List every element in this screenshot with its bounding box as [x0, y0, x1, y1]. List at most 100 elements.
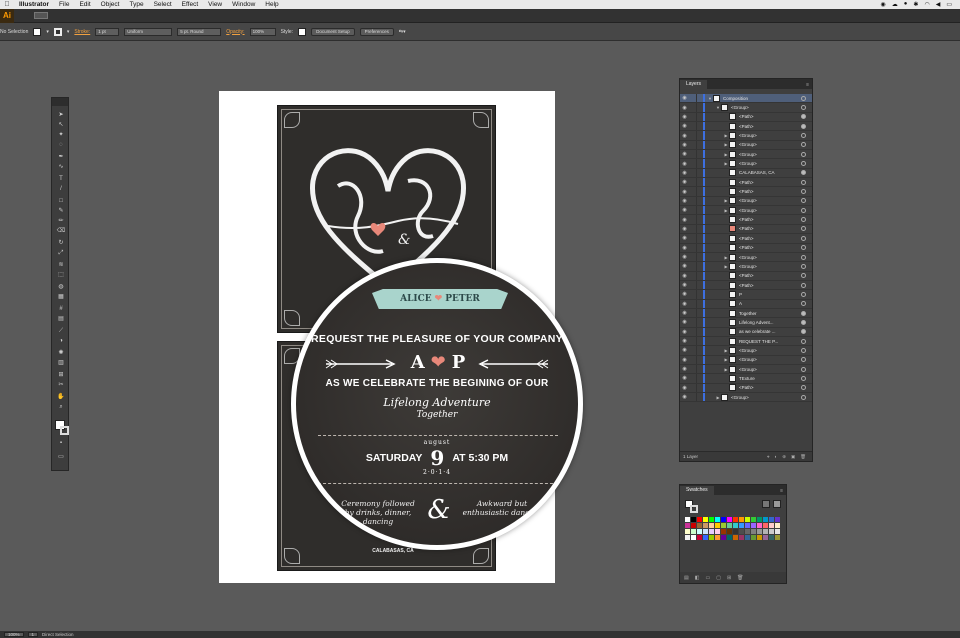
color-swatch[interactable] [769, 535, 774, 540]
magic-wand-icon[interactable]: ✦ [57, 132, 65, 138]
gradient-tool-icon[interactable]: ▤ [57, 316, 65, 322]
lock-toggle[interactable] [689, 103, 697, 112]
scale-tool-icon[interactable]: ⤢ [57, 250, 65, 256]
cloud-icon[interactable]: ☁ [892, 1, 898, 8]
color-swatch[interactable] [775, 529, 780, 534]
color-swatch[interactable] [721, 529, 726, 534]
visibility-eye-icon[interactable]: ◉ [680, 385, 689, 391]
target-circle-icon[interactable] [801, 291, 806, 297]
artboard-nav-field[interactable]: 1 [27, 632, 39, 637]
color-swatch[interactable] [703, 535, 708, 540]
pen-tool-icon[interactable]: ✒ [57, 154, 65, 160]
artboard-tool-icon[interactable]: ⊞ [57, 372, 65, 378]
timemachine-icon[interactable]: ◉ [881, 1, 886, 8]
selection-tool-icon[interactable]: ➤ [57, 112, 65, 118]
layer-row[interactable]: ◉ A [680, 299, 812, 309]
layer-name[interactable]: CALABASAS, CA [739, 170, 775, 175]
lock-toggle[interactable] [689, 252, 697, 262]
arrange-icon[interactable]: ⇆▾ [399, 29, 406, 35]
layer-row[interactable]: ◉ ▶ <Group> [680, 364, 812, 375]
visibility-eye-icon[interactable]: ◉ [680, 105, 689, 111]
lock-toggle[interactable] [689, 187, 697, 196]
color-swatch[interactable] [745, 523, 750, 528]
active-stroke-swatch[interactable] [690, 505, 698, 513]
layer-row[interactable]: ◉ <Path> [680, 215, 812, 225]
layer-name[interactable]: <Group> [739, 142, 757, 147]
layer-row[interactable]: ◉ <Path> [680, 271, 812, 281]
visibility-eye-icon[interactable]: ◉ [680, 366, 689, 372]
panel-grip[interactable] [52, 98, 68, 106]
color-swatch[interactable] [739, 523, 744, 528]
slice-tool-icon[interactable]: ✂ [57, 382, 65, 388]
color-swatch[interactable] [715, 517, 720, 522]
color-swatch[interactable] [745, 529, 750, 534]
lock-toggle[interactable] [689, 271, 697, 280]
layer-name[interactable]: REQUEST THE P... [739, 339, 778, 344]
color-swatch[interactable] [757, 535, 762, 540]
document-setup-button[interactable]: Document Setup [311, 27, 355, 36]
layer-row[interactable]: ◉ ▶ <Group> [680, 159, 812, 169]
direct-selection-tool-icon[interactable]: ↖ [57, 122, 65, 128]
color-swatch[interactable] [685, 517, 690, 522]
visibility-eye-icon[interactable]: ◉ [680, 114, 689, 120]
lock-toggle[interactable] [689, 355, 697, 364]
visibility-eye-icon[interactable]: ◉ [680, 226, 689, 232]
target-circle-icon[interactable] [801, 282, 806, 288]
new-swatch-icon[interactable]: ⊞ [727, 575, 731, 581]
target-circle-icon[interactable] [801, 301, 806, 307]
paintbrush-tool-icon[interactable]: ✎ [57, 208, 65, 214]
apple-icon[interactable]:  [0, 1, 14, 8]
color-swatch[interactable] [739, 517, 744, 522]
show-kinds-icon[interactable]: ◧ [695, 575, 700, 581]
color-swatch[interactable] [733, 529, 738, 534]
lock-toggle[interactable] [689, 131, 697, 140]
chevron-down-icon[interactable]: ▾ [67, 29, 70, 35]
color-swatch[interactable] [763, 529, 768, 534]
lock-toggle[interactable] [689, 234, 697, 243]
layer-name[interactable]: <Group> [739, 357, 757, 362]
target-circle-icon[interactable] [801, 235, 806, 241]
panel-menu-icon[interactable]: ≡ [777, 488, 786, 495]
visibility-eye-icon[interactable]: ◉ [680, 301, 689, 307]
stroke-label[interactable]: Stroke: [74, 29, 90, 35]
lock-toggle[interactable] [689, 318, 697, 327]
graph-tool-icon[interactable]: ▥ [57, 360, 65, 366]
menu-file[interactable]: File [54, 1, 74, 8]
target-circle-icon[interactable] [801, 310, 806, 316]
visibility-eye-icon[interactable]: ◉ [680, 310, 689, 316]
target-circle-icon[interactable] [801, 329, 806, 335]
visibility-eye-icon[interactable]: ◉ [680, 245, 689, 251]
visibility-eye-icon[interactable]: ◉ [680, 235, 689, 241]
color-swatch[interactable] [757, 517, 762, 522]
color-swatch[interactable] [703, 529, 708, 534]
color-swatch[interactable] [697, 535, 702, 540]
layer-row[interactable]: ◉ as we celebrate ... [680, 327, 812, 337]
color-swatch[interactable] [709, 523, 714, 528]
brush-dropdown[interactable]: 5 pt. Round [177, 27, 222, 36]
target-circle-icon[interactable] [801, 189, 806, 195]
layer-name[interactable]: <Path> [739, 273, 754, 278]
tab-layers[interactable]: Layers [680, 80, 708, 89]
lock-toggle[interactable] [689, 364, 697, 374]
lock-toggle[interactable] [689, 140, 697, 150]
lock-toggle[interactable] [689, 383, 697, 392]
lock-toggle[interactable] [689, 112, 697, 122]
color-swatch[interactable] [703, 517, 708, 522]
layer-row[interactable]: ◉ CALABASAS, CA [680, 168, 812, 179]
target-circle-icon[interactable] [801, 226, 806, 232]
menu-object[interactable]: Object [96, 1, 125, 8]
style-swatch[interactable] [298, 27, 307, 36]
menu-type[interactable]: Type [124, 1, 148, 8]
color-swatch[interactable] [721, 523, 726, 528]
new-layer-icon[interactable]: ▣ [791, 454, 795, 460]
stroke-weight-field[interactable]: 1 pt [95, 27, 120, 36]
volume-icon[interactable]: ◀ [936, 1, 941, 8]
layer-row[interactable]: ◉ ▶ <Group> [680, 206, 812, 216]
width-tool-icon[interactable]: ≋ [57, 262, 65, 268]
visibility-eye-icon[interactable]: ◉ [680, 189, 689, 195]
layer-name[interactable]: Composition [723, 96, 748, 101]
visibility-eye-icon[interactable]: ◉ [680, 375, 689, 381]
zoom-tool-icon[interactable]: ⌕ [57, 404, 65, 410]
color-swatch[interactable] [721, 535, 726, 540]
layer-row[interactable]: ◉ ▼ <Group> [680, 103, 812, 113]
